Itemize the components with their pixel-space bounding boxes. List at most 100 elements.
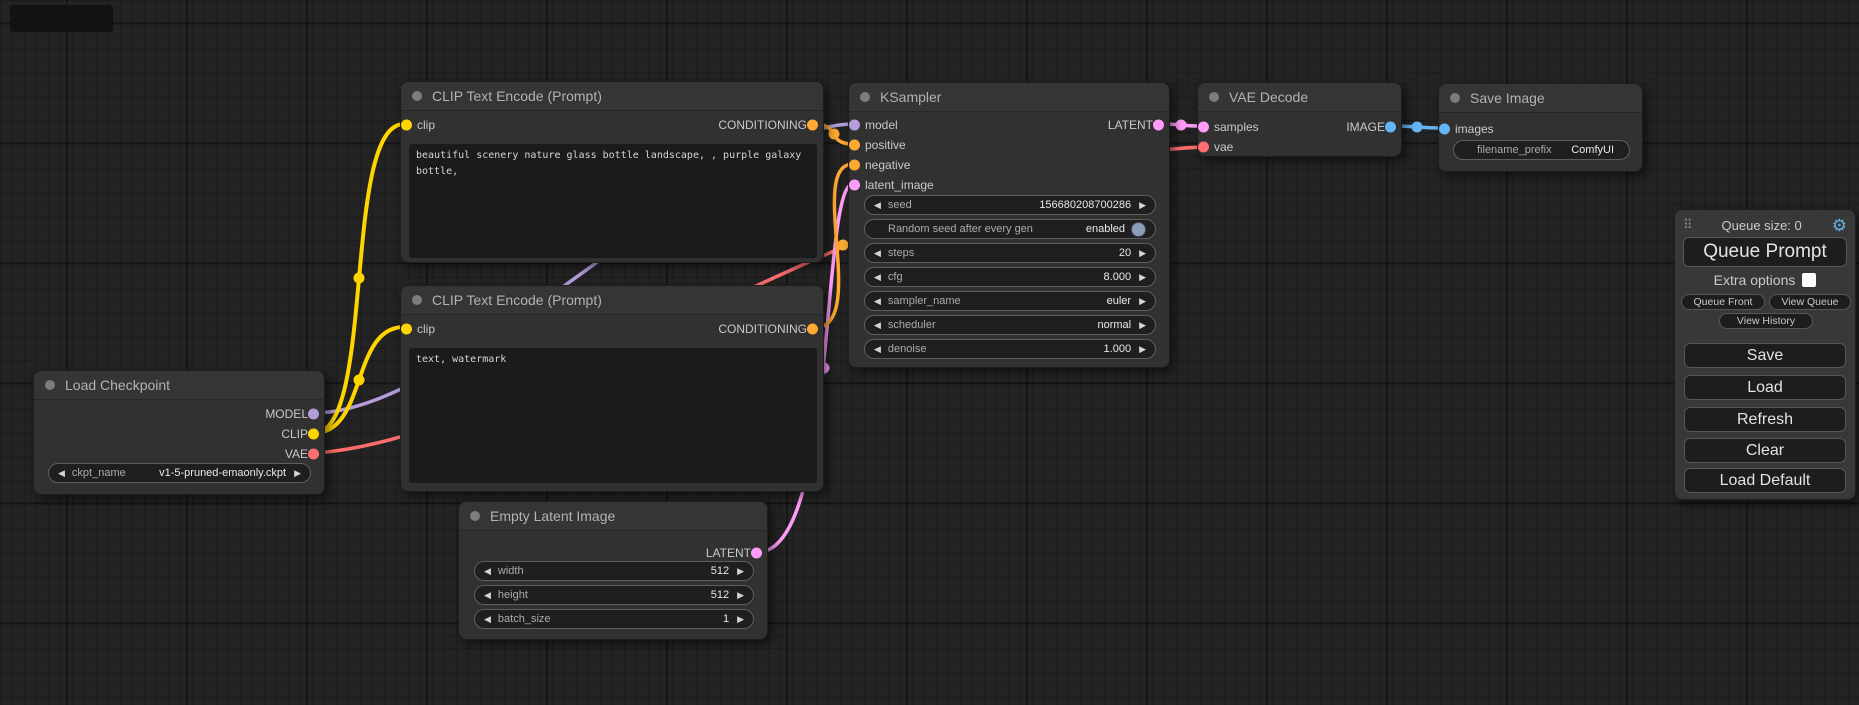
node-graph-canvas[interactable]: Load Checkpoint MODEL CLIP VAE ◀ ckpt_na… xyxy=(0,0,1859,705)
image-output-port[interactable] xyxy=(1385,122,1396,133)
queue-prompt-button[interactable]: Queue Prompt xyxy=(1683,237,1847,267)
extra-options-row: Extra options xyxy=(1675,271,1855,289)
widget-value: 156680208700286 xyxy=(1039,199,1131,211)
batch-size-widget[interactable]: ◀ batch_size 1 ▶ xyxy=(474,609,754,629)
vae-input-label: vae xyxy=(1214,140,1233,154)
sampler-name-widget[interactable]: ◀ sampler_name euler ▶ xyxy=(864,291,1156,311)
prev-value-arrow-icon[interactable]: ◀ xyxy=(874,273,881,282)
port-row: negative xyxy=(849,156,1169,174)
node-save-image[interactable]: Save Image images filename_prefix ComfyU… xyxy=(1438,83,1643,172)
node-header[interactable]: CLIP Text Encode (Prompt) xyxy=(401,82,823,111)
random-seed-toggle-widget[interactable]: Random seed after every gen enabled xyxy=(864,219,1156,239)
node-ksampler[interactable]: KSampler model LATENT positive negative … xyxy=(848,82,1170,368)
denoise-widget[interactable]: ◀ denoise 1.000 ▶ xyxy=(864,339,1156,359)
node-header[interactable]: Save Image xyxy=(1439,84,1642,113)
queue-panel-header: ⠿ Queue size: 0 ⚙ xyxy=(1675,215,1855,235)
seed-widget[interactable]: ◀ seed 156680208700286 ▶ xyxy=(864,195,1156,215)
node-clip-text-encode-negative[interactable]: CLIP Text Encode (Prompt) clip CONDITION… xyxy=(400,285,824,492)
next-value-arrow-icon[interactable]: ▶ xyxy=(737,615,744,624)
latent-output-port[interactable] xyxy=(1153,120,1164,131)
samples-input-port[interactable] xyxy=(1198,122,1209,133)
prev-value-arrow-icon[interactable]: ◀ xyxy=(58,469,65,478)
clear-button[interactable]: Clear xyxy=(1684,438,1846,463)
negative-prompt-textarea[interactable]: text, watermark xyxy=(409,348,817,483)
drag-handle-icon[interactable]: ⠿ xyxy=(1683,217,1692,233)
save-button[interactable]: Save xyxy=(1684,343,1846,368)
next-value-arrow-icon[interactable]: ▶ xyxy=(1139,201,1146,210)
collapse-dot-icon[interactable] xyxy=(412,295,422,305)
extra-options-label: Extra options xyxy=(1714,272,1796,288)
widget-value: v1-5-pruned-emaonly.ckpt xyxy=(159,467,286,479)
height-widget[interactable]: ◀ height 512 ▶ xyxy=(474,585,754,605)
prev-value-arrow-icon[interactable]: ◀ xyxy=(484,591,491,600)
output-label: VAE xyxy=(285,447,308,461)
node-load-checkpoint[interactable]: Load Checkpoint MODEL CLIP VAE ◀ ckpt_na… xyxy=(33,370,325,495)
output-label: CLIP xyxy=(281,427,308,441)
latent-output-port[interactable] xyxy=(751,548,762,559)
latent-image-input-port[interactable] xyxy=(849,180,860,191)
prev-value-arrow-icon[interactable]: ◀ xyxy=(484,615,491,624)
collapse-dot-icon[interactable] xyxy=(1450,93,1460,103)
load-default-button[interactable]: Load Default xyxy=(1684,468,1846,493)
toggle-knob-icon[interactable] xyxy=(1131,222,1146,237)
next-value-arrow-icon[interactable]: ▶ xyxy=(737,567,744,576)
collapse-dot-icon[interactable] xyxy=(412,91,422,101)
vae-output-port[interactable] xyxy=(308,449,319,460)
clip-input-port[interactable] xyxy=(401,324,412,335)
next-value-arrow-icon[interactable]: ▶ xyxy=(737,591,744,600)
prev-value-arrow-icon[interactable]: ◀ xyxy=(874,249,881,258)
filename-prefix-widget[interactable]: filename_prefix ComfyUI xyxy=(1453,140,1630,160)
next-value-arrow-icon[interactable]: ▶ xyxy=(1139,273,1146,282)
prev-value-arrow-icon[interactable]: ◀ xyxy=(874,297,881,306)
node-clip-text-encode-positive[interactable]: CLIP Text Encode (Prompt) clip CONDITION… xyxy=(400,81,824,263)
extra-options-checkbox[interactable] xyxy=(1802,273,1816,287)
next-value-arrow-icon[interactable]: ▶ xyxy=(294,469,301,478)
ckpt-name-widget[interactable]: ◀ ckpt_name v1-5-pruned-emaonly.ckpt ▶ xyxy=(48,463,311,483)
prev-value-arrow-icon[interactable]: ◀ xyxy=(874,345,881,354)
link-midpoint-dot xyxy=(1176,120,1187,131)
width-widget[interactable]: ◀ width 512 ▶ xyxy=(474,561,754,581)
view-history-button[interactable]: View History xyxy=(1719,313,1813,329)
collapse-dot-icon[interactable] xyxy=(860,92,870,102)
cfg-widget[interactable]: ◀ cfg 8.000 ▶ xyxy=(864,267,1156,287)
prev-value-arrow-icon[interactable]: ◀ xyxy=(874,201,881,210)
collapse-dot-icon[interactable] xyxy=(45,380,55,390)
clip-input-port[interactable] xyxy=(401,120,412,131)
next-value-arrow-icon[interactable]: ▶ xyxy=(1139,345,1146,354)
node-empty-latent-image[interactable]: Empty Latent Image LATENT ◀ width 512 ▶ … xyxy=(458,501,768,640)
queue-front-button[interactable]: Queue Front xyxy=(1681,294,1765,310)
next-value-arrow-icon[interactable]: ▶ xyxy=(1139,249,1146,258)
model-input-port[interactable] xyxy=(849,120,860,131)
conditioning-output-label: CONDITIONING xyxy=(718,322,807,336)
model-output-port[interactable] xyxy=(308,409,319,420)
clip-output-port[interactable] xyxy=(308,429,319,440)
node-header[interactable]: Empty Latent Image xyxy=(459,502,767,531)
node-header[interactable]: Load Checkpoint xyxy=(34,371,324,400)
view-queue-button[interactable]: View Queue xyxy=(1769,294,1851,310)
conditioning-output-port[interactable] xyxy=(807,120,818,131)
settings-gear-icon[interactable]: ⚙ xyxy=(1832,217,1847,234)
node-header[interactable]: VAE Decode xyxy=(1198,83,1401,112)
load-button[interactable]: Load xyxy=(1684,375,1846,400)
port-row: latent_image xyxy=(849,176,1169,194)
node-header[interactable]: CLIP Text Encode (Prompt) xyxy=(401,286,823,315)
collapse-dot-icon[interactable] xyxy=(470,511,480,521)
images-input-port[interactable] xyxy=(1439,124,1450,135)
next-value-arrow-icon[interactable]: ▶ xyxy=(1139,321,1146,330)
vae-input-port[interactable] xyxy=(1198,142,1209,153)
collapse-dot-icon[interactable] xyxy=(1209,92,1219,102)
node-title: Save Image xyxy=(1470,90,1545,106)
node-vae-decode[interactable]: VAE Decode samples IMAGE vae xyxy=(1197,82,1402,157)
next-value-arrow-icon[interactable]: ▶ xyxy=(1139,297,1146,306)
negative-input-port[interactable] xyxy=(849,160,860,171)
scheduler-widget[interactable]: ◀ scheduler normal ▶ xyxy=(864,315,1156,335)
node-header[interactable]: KSampler xyxy=(849,83,1169,112)
widget-value: ComfyUI xyxy=(1571,144,1614,156)
prev-value-arrow-icon[interactable]: ◀ xyxy=(484,567,491,576)
conditioning-output-port[interactable] xyxy=(807,324,818,335)
steps-widget[interactable]: ◀ steps 20 ▶ xyxy=(864,243,1156,263)
positive-input-port[interactable] xyxy=(849,140,860,151)
positive-prompt-textarea[interactable]: beautiful scenery nature glass bottle la… xyxy=(409,144,817,258)
prev-value-arrow-icon[interactable]: ◀ xyxy=(874,321,881,330)
refresh-button[interactable]: Refresh xyxy=(1684,407,1846,432)
